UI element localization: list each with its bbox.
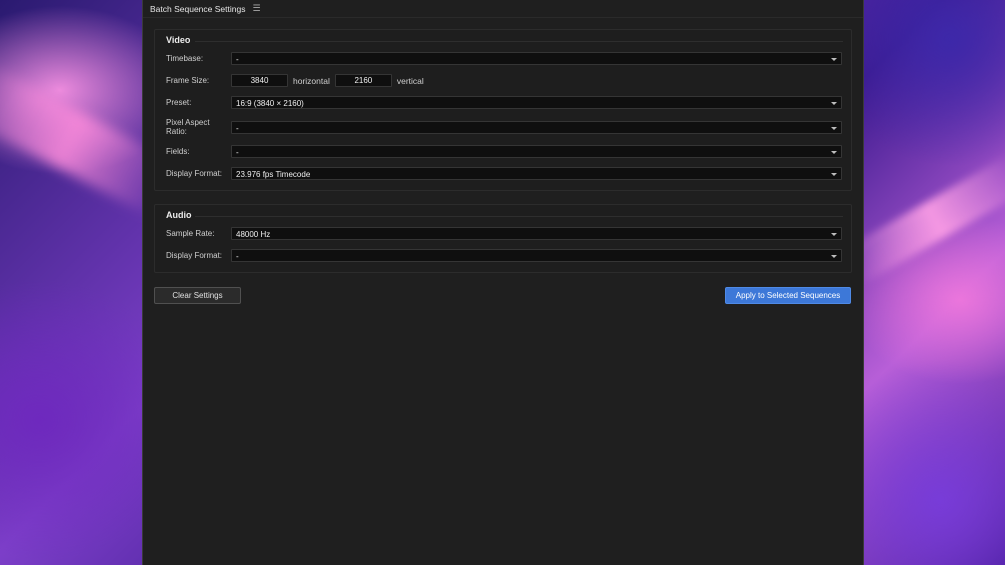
hamburger-menu-icon[interactable]: ☰ [252, 3, 260, 14]
chevron-down-icon [831, 233, 837, 236]
fields-row: Fields: - [166, 145, 842, 158]
chevron-down-icon [831, 126, 837, 130]
pixel-aspect-ratio-label-line2: Ratio: [166, 127, 187, 136]
pixel-aspect-ratio-value: - [236, 123, 239, 133]
audio-display-format-label: Display Format: [166, 251, 223, 260]
frame-height-input[interactable]: 2160 [334, 74, 392, 87]
chevron-down-icon [831, 173, 837, 176]
pixel-aspect-ratio-label-line1: Pixel Aspect [166, 118, 210, 127]
timebase-value: - [236, 55, 239, 64]
vertical-label: vertical [396, 75, 424, 86]
frame-width-input[interactable]: 3840 [231, 74, 288, 87]
sample-rate-dropdown[interactable]: 48000 Hz [231, 227, 842, 240]
panel-header: Batch Sequence Settings ☰ [143, 0, 863, 18]
audio-section-title: Audio [166, 210, 192, 220]
video-section: Video Timebase: - Frame Size: 3840 horiz… [154, 29, 852, 191]
fields-label: Fields: [166, 147, 190, 156]
fields-value: - [236, 148, 239, 157]
horizontal-label: horizontal [293, 75, 330, 86]
preset-value: 16:9 (3840 × 2160) [236, 99, 304, 108]
chevron-down-icon [831, 58, 837, 61]
panel-title: Batch Sequence Settings [150, 3, 246, 14]
sample-rate-label: Sample Rate: [166, 229, 215, 238]
audio-display-format-dropdown[interactable]: - [231, 249, 842, 262]
preset-row: Preset: 16:9 (3840 × 2160) [166, 96, 842, 109]
chevron-down-icon [831, 255, 837, 258]
audio-section: Audio Sample Rate: 48000 Hz Display Form… [154, 204, 852, 273]
timebase-dropdown[interactable]: - [231, 52, 842, 65]
apply-to-selected-sequences-button[interactable]: Apply to Selected Sequences [725, 287, 851, 304]
preset-dropdown[interactable]: 16:9 (3840 × 2160) [231, 96, 842, 109]
frame-size-row: Frame Size: 3840 horizontal 2160 vertica… [166, 74, 842, 87]
section-divider [195, 41, 843, 42]
frame-size-label: Frame Size: [166, 76, 210, 85]
video-display-format-label: Display Format: [166, 169, 223, 178]
fields-dropdown[interactable]: - [231, 145, 842, 158]
section-divider [195, 216, 843, 217]
video-display-format-dropdown[interactable]: 23.976 fps Timecode [231, 167, 842, 180]
chevron-down-icon [831, 102, 837, 105]
pixel-aspect-ratio-row: Pixel Aspect Ratio: - [166, 118, 842, 136]
audio-display-format-row: Display Format: - [166, 249, 842, 262]
batch-sequence-settings-panel: Batch Sequence Settings ☰ Video Timebase… [142, 0, 864, 565]
timebase-label: Timebase: [166, 54, 204, 63]
audio-display-format-value: - [236, 252, 239, 261]
video-section-title: Video [166, 35, 191, 45]
clear-settings-button[interactable]: Clear Settings [154, 287, 241, 304]
timebase-row: Timebase: - [166, 52, 842, 65]
sample-rate-value: 48000 Hz [236, 230, 271, 239]
video-display-format-row: Display Format: 23.976 fps Timecode [166, 167, 842, 180]
video-display-format-value: 23.976 fps Timecode [236, 170, 311, 179]
pixel-aspect-ratio-dropdown[interactable]: - [231, 120, 842, 134]
pixel-aspect-ratio-label: Pixel Aspect Ratio: [166, 118, 231, 136]
preset-label: Preset: [166, 98, 192, 107]
sample-rate-row: Sample Rate: 48000 Hz [166, 227, 842, 240]
chevron-down-icon [831, 151, 837, 154]
